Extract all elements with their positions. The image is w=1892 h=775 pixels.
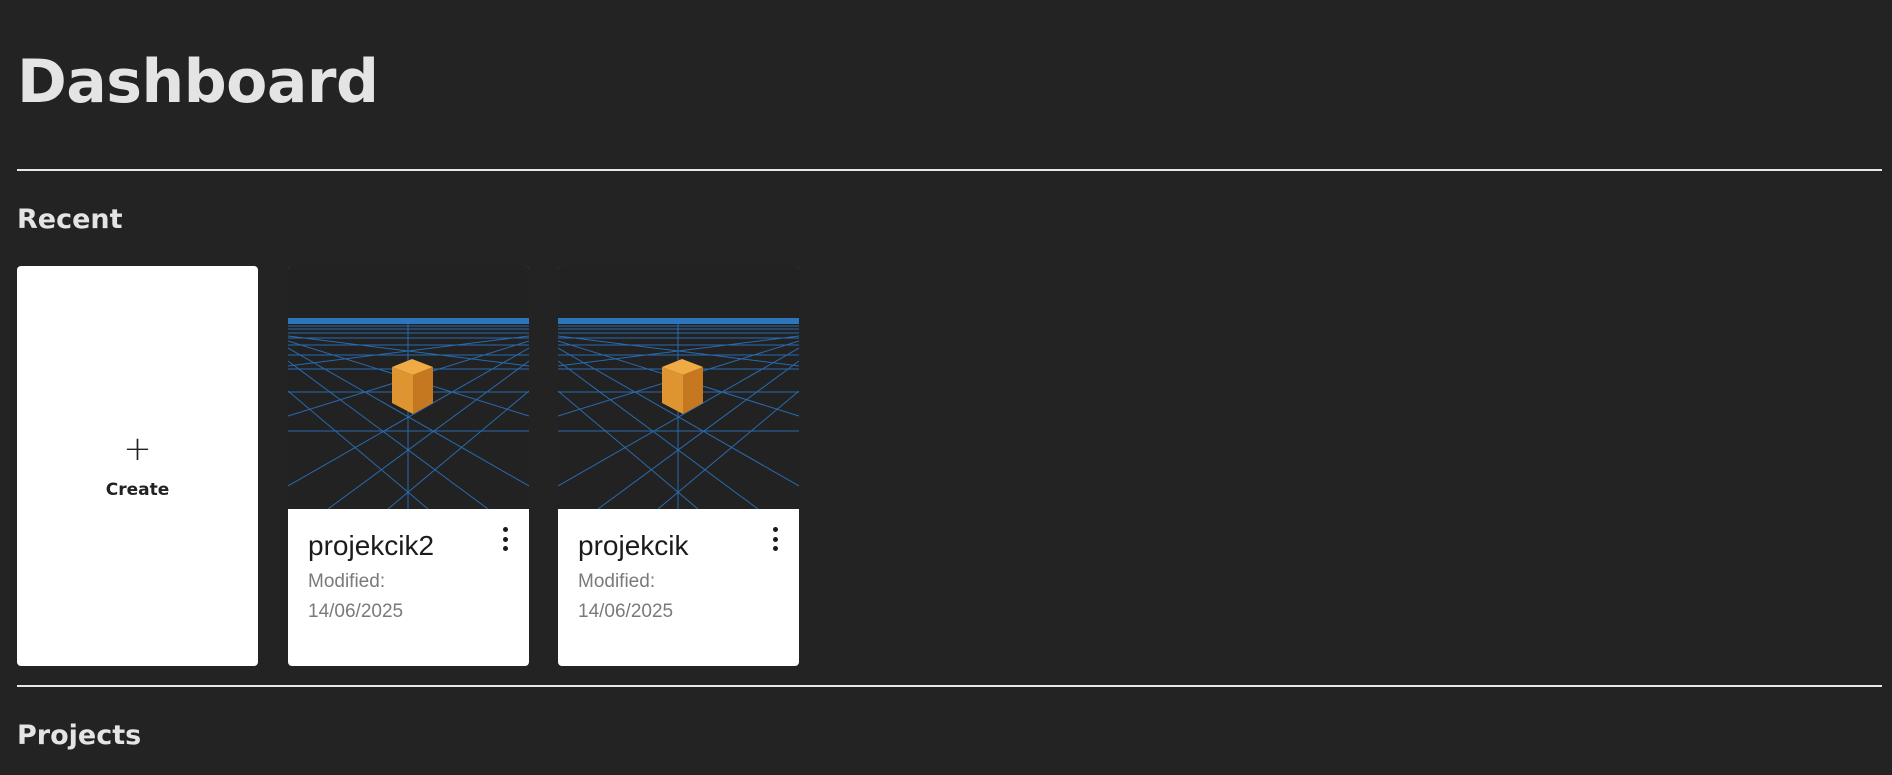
project-card-body: projekcik Modified: 14/06/2025 xyxy=(558,509,799,627)
project-card[interactable]: projekcik2 Modified: 14/06/2025 xyxy=(288,266,529,666)
cube-scene-thumbnail xyxy=(558,266,799,509)
project-card[interactable]: projekcik Modified: 14/06/2025 xyxy=(558,266,799,666)
dashboard-page: Dashboard Recent + Create projekcik2 Mod… xyxy=(0,0,1892,775)
recent-heading: Recent xyxy=(17,204,123,235)
projects-heading: Projects xyxy=(17,720,142,751)
project-card-body: projekcik2 Modified: 14/06/2025 xyxy=(288,509,529,627)
project-modified: Modified: 14/06/2025 xyxy=(308,567,418,627)
divider-bottom xyxy=(17,685,1882,687)
create-project-button[interactable]: + Create xyxy=(17,266,258,666)
divider-top xyxy=(17,169,1882,171)
more-options-icon[interactable] xyxy=(501,527,509,551)
modified-date: 14/06/2025 xyxy=(578,600,674,622)
cube-scene-thumbnail xyxy=(288,266,529,509)
cube-icon xyxy=(662,359,703,414)
modified-date: 14/06/2025 xyxy=(308,600,404,622)
project-name: projekcik2 xyxy=(308,530,435,561)
modified-label: Modified: xyxy=(578,570,656,592)
project-modified: Modified: 14/06/2025 xyxy=(578,567,688,627)
modified-label: Modified: xyxy=(308,570,386,592)
page-title: Dashboard xyxy=(17,47,379,117)
create-label: Create xyxy=(105,480,170,500)
cube-icon xyxy=(392,359,433,414)
plus-icon: + xyxy=(123,429,152,469)
project-name: projekcik xyxy=(578,530,689,561)
more-options-icon[interactable] xyxy=(771,527,779,551)
